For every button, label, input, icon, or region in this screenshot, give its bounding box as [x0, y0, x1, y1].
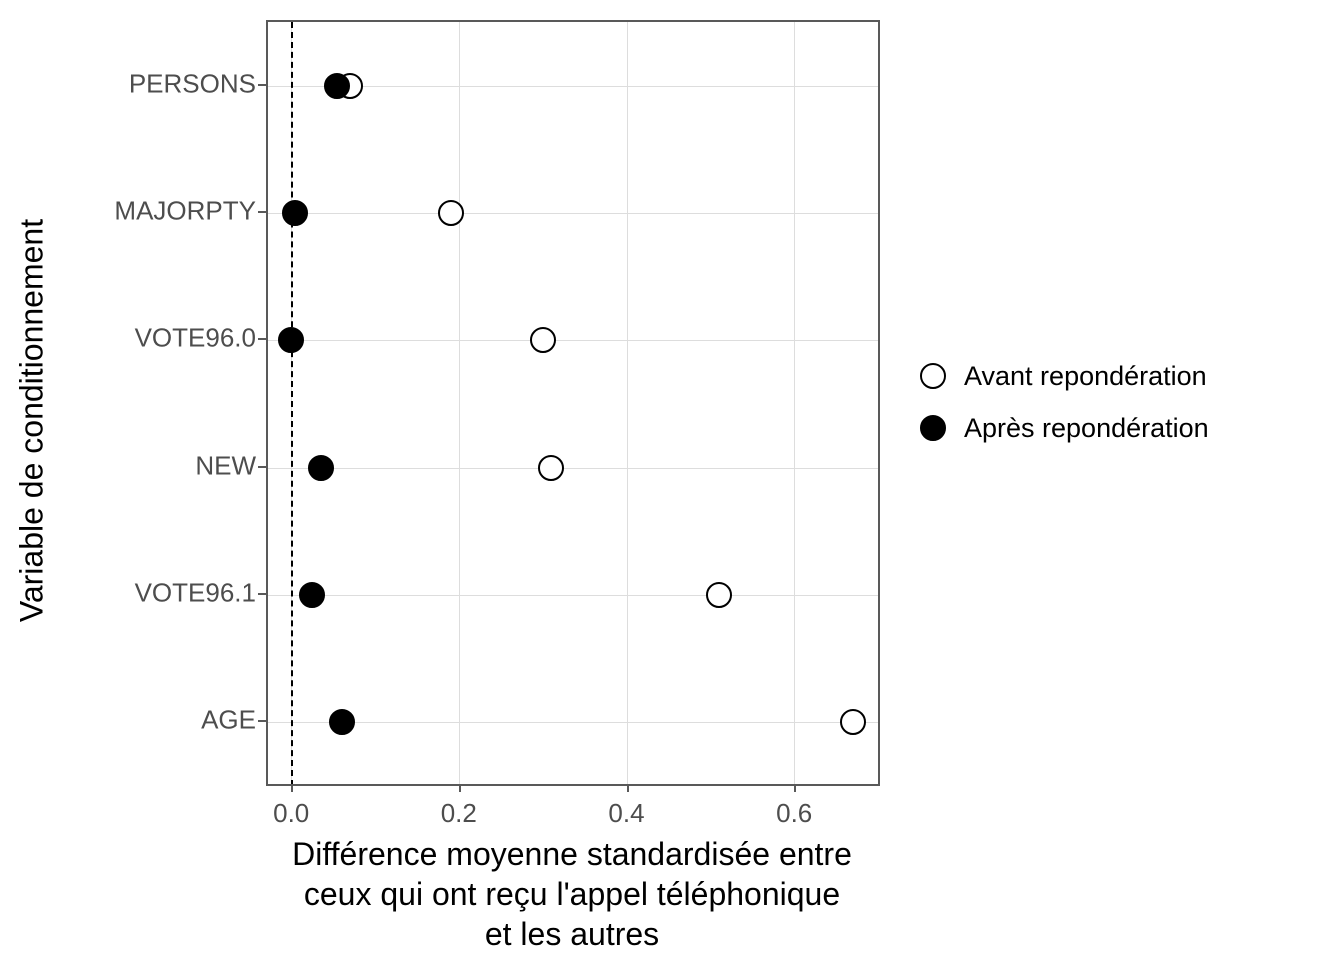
y-tick	[258, 84, 266, 86]
open-circle-icon	[920, 363, 946, 389]
y-tick-label: VOTE96.1	[135, 578, 256, 609]
point-apres	[299, 582, 325, 608]
x-axis-title: Différence moyenne standardisée entre ce…	[266, 834, 878, 954]
point-avant	[438, 200, 464, 226]
point-avant	[538, 455, 564, 481]
balance-dot-plot: 0.0 0.2 0.4 0.6 PERSONS MAJORPTY VOTE96.…	[0, 0, 1344, 960]
gridline-v	[627, 22, 628, 786]
legend-item-avant: Avant repondération	[920, 350, 1209, 402]
x-tick	[291, 784, 293, 792]
y-tick	[258, 720, 266, 722]
y-tick-label: NEW	[195, 450, 256, 481]
x-axis-title-line: et les autres	[485, 916, 659, 952]
y-tick	[258, 593, 266, 595]
y-tick	[258, 466, 266, 468]
y-tick	[258, 211, 266, 213]
y-axis-line	[266, 20, 268, 786]
gridline-h	[266, 722, 878, 723]
gridline-h	[266, 340, 878, 341]
y-tick-label: AGE	[201, 705, 256, 736]
gridline-h	[266, 595, 878, 596]
point-avant	[530, 327, 556, 353]
x-tick-label: 0.4	[608, 798, 644, 829]
point-apres	[308, 455, 334, 481]
x-tick-label: 0.0	[273, 798, 309, 829]
y-tick-label: VOTE96.0	[135, 323, 256, 354]
reference-vline	[291, 22, 293, 786]
point-apres	[278, 327, 304, 353]
legend-item-apres: Après repondération	[920, 402, 1209, 454]
x-axis-line	[266, 784, 880, 786]
gridline-v	[794, 22, 795, 786]
point-apres	[329, 709, 355, 735]
x-tick	[794, 784, 796, 792]
filled-circle-icon	[920, 415, 946, 441]
x-tick	[459, 784, 461, 792]
point-apres	[282, 200, 308, 226]
x-tick-label: 0.6	[776, 798, 812, 829]
legend: Avant repondération Après repondération	[920, 350, 1209, 454]
plot-panel	[266, 20, 880, 786]
y-tick-label: PERSONS	[129, 68, 256, 99]
x-axis-title-line: Différence moyenne standardisée entre	[292, 836, 852, 872]
gridline-h	[266, 213, 878, 214]
legend-label: Après repondération	[964, 413, 1209, 444]
y-tick-label: MAJORPTY	[114, 196, 256, 227]
legend-label: Avant repondération	[964, 361, 1207, 392]
y-tick	[258, 338, 266, 340]
x-tick	[627, 784, 629, 792]
y-axis-title: Variable de conditionnement	[14, 39, 51, 803]
x-axis-title-line: ceux qui ont reçu l'appel téléphonique	[304, 876, 840, 912]
point-avant	[706, 582, 732, 608]
gridline-v	[459, 22, 460, 786]
point-avant	[840, 709, 866, 735]
gridline-h	[266, 468, 878, 469]
point-apres	[324, 73, 350, 99]
x-tick-label: 0.2	[441, 798, 477, 829]
